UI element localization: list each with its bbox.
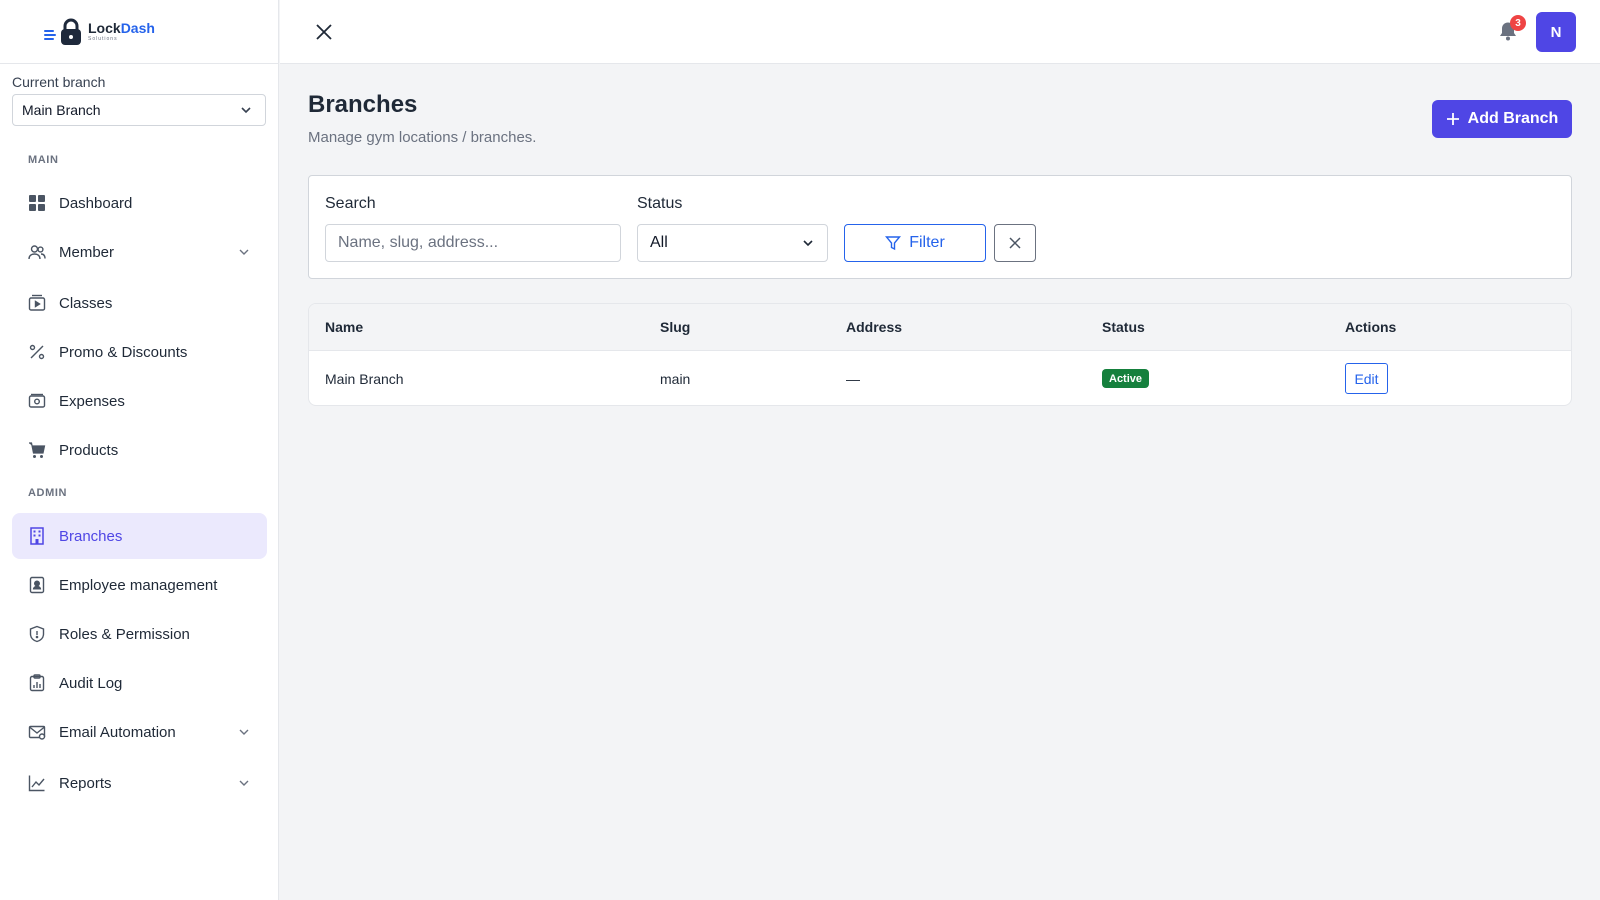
topbar: 3 N	[280, 0, 1600, 64]
sidebar-item-expenses[interactable]: Expenses	[12, 378, 267, 424]
sidebar-item-label: Promo & Discounts	[59, 343, 188, 361]
sidebar-item-label: Roles & Permission	[59, 625, 190, 643]
cell-address: —	[846, 371, 860, 387]
id-badge-icon	[28, 576, 46, 594]
grid-icon	[28, 194, 46, 212]
sidebar-item-products[interactable]: Products	[12, 427, 267, 473]
cell-slug: main	[660, 371, 691, 387]
sidebar-item-promo[interactable]: Promo & Discounts	[12, 329, 267, 375]
column-header-name[interactable]: Name	[325, 319, 363, 335]
mail-icon	[28, 723, 46, 741]
lock-icon	[61, 18, 81, 45]
table-row: Main Branch main — Active Edit	[309, 351, 1571, 405]
branch-label: Current branch	[12, 74, 106, 90]
branch-select-value: Main Branch	[22, 102, 101, 118]
sidebar-item-reports[interactable]: Reports	[12, 760, 267, 806]
sidebar-item-label: Audit Log	[59, 674, 123, 692]
column-header-slug[interactable]: Slug	[660, 319, 690, 335]
filter-card: Search Status All Filter	[308, 175, 1572, 279]
edit-button[interactable]: Edit	[1345, 363, 1388, 394]
users-icon	[28, 243, 46, 261]
close-icon	[1009, 237, 1021, 249]
building-icon	[28, 527, 46, 545]
logo-name: LockDash	[88, 20, 155, 36]
page-subtitle: Manage gym locations / branches.	[308, 129, 537, 146]
sidebar-item-label: Products	[59, 441, 119, 459]
shield-icon	[28, 625, 46, 643]
sidebar-item-label: Employee management	[59, 576, 218, 594]
search-label: Search	[325, 195, 376, 212]
status-label: Status	[637, 195, 683, 212]
clipboard-chart-icon	[28, 674, 46, 692]
video-icon	[28, 294, 46, 312]
status-badge: Active	[1102, 369, 1150, 388]
filter-button-label: Filter	[909, 234, 945, 251]
column-header-address[interactable]: Address	[846, 319, 902, 335]
sidebar-item-classes[interactable]: Classes	[12, 280, 267, 326]
add-branch-label: Add Branch	[1467, 110, 1559, 127]
add-branch-button[interactable]: Add Branch	[1432, 100, 1572, 138]
chevron-down-icon	[239, 249, 249, 255]
sidebar-item-label: Classes	[59, 294, 113, 312]
chevron-down-icon	[239, 729, 249, 735]
sidebar-item-branches[interactable]: Branches	[12, 513, 267, 559]
status-select[interactable]: All	[637, 224, 828, 262]
section-label-main: MAIN	[28, 154, 59, 166]
notification-badge: 3	[1510, 15, 1526, 31]
chevron-down-icon	[241, 107, 251, 114]
column-header-status[interactable]: Status	[1102, 319, 1145, 335]
chevron-down-icon	[239, 780, 249, 786]
sidebar-item-label: Reports	[59, 774, 112, 792]
sidebar-item-label: Email Automation	[59, 723, 176, 741]
avatar[interactable]: N	[1536, 12, 1576, 52]
sidebar-item-email-automation[interactable]: Email Automation	[12, 709, 267, 755]
branch-switcher: Current branch Main Branch	[0, 64, 278, 126]
search-input[interactable]	[325, 224, 621, 262]
logo[interactable]: LockDash Solutions	[44, 18, 155, 46]
table-header: Name Slug Address Status Actions	[309, 304, 1571, 351]
filter-button[interactable]: Filter	[844, 224, 986, 262]
column-header-actions: Actions	[1345, 319, 1397, 335]
logo-bar: LockDash Solutions	[0, 0, 278, 64]
line-chart-icon	[28, 774, 46, 792]
close-icon[interactable]	[314, 22, 334, 42]
sidebar: LockDash Solutions Current branch Main B…	[0, 0, 279, 900]
filter-icon	[885, 236, 902, 251]
sidebar-item-label: Dashboard	[59, 194, 133, 212]
sidebar-item-label: Branches	[59, 527, 123, 545]
logo-subtitle: Solutions	[88, 36, 118, 42]
chevron-down-icon	[803, 240, 813, 247]
status-select-value: All	[650, 234, 668, 251]
sidebar-item-dashboard[interactable]: Dashboard	[12, 180, 267, 226]
percent-icon	[28, 343, 46, 361]
cart-icon	[28, 441, 46, 459]
sidebar-item-roles-permission[interactable]: Roles & Permission	[12, 611, 267, 657]
cell-name: Main Branch	[325, 371, 404, 387]
branch-select[interactable]: Main Branch	[12, 94, 266, 126]
plus-icon	[1446, 113, 1459, 125]
sidebar-item-label: Expenses	[59, 392, 125, 410]
sidebar-item-employee-management[interactable]: Employee management	[12, 562, 267, 608]
wallet-icon	[28, 392, 46, 410]
sidebar-item-label: Member	[59, 243, 115, 261]
sidebar-item-audit-log[interactable]: Audit Log	[12, 660, 267, 706]
page-title: Branches	[308, 91, 418, 118]
branches-table: Name Slug Address Status Actions Main Br…	[308, 303, 1572, 406]
menu-lines-icon	[44, 29, 56, 40]
clear-filter-button[interactable]	[994, 224, 1036, 262]
section-label-admin: ADMIN	[28, 487, 68, 499]
sidebar-item-member[interactable]: Member	[12, 229, 267, 275]
